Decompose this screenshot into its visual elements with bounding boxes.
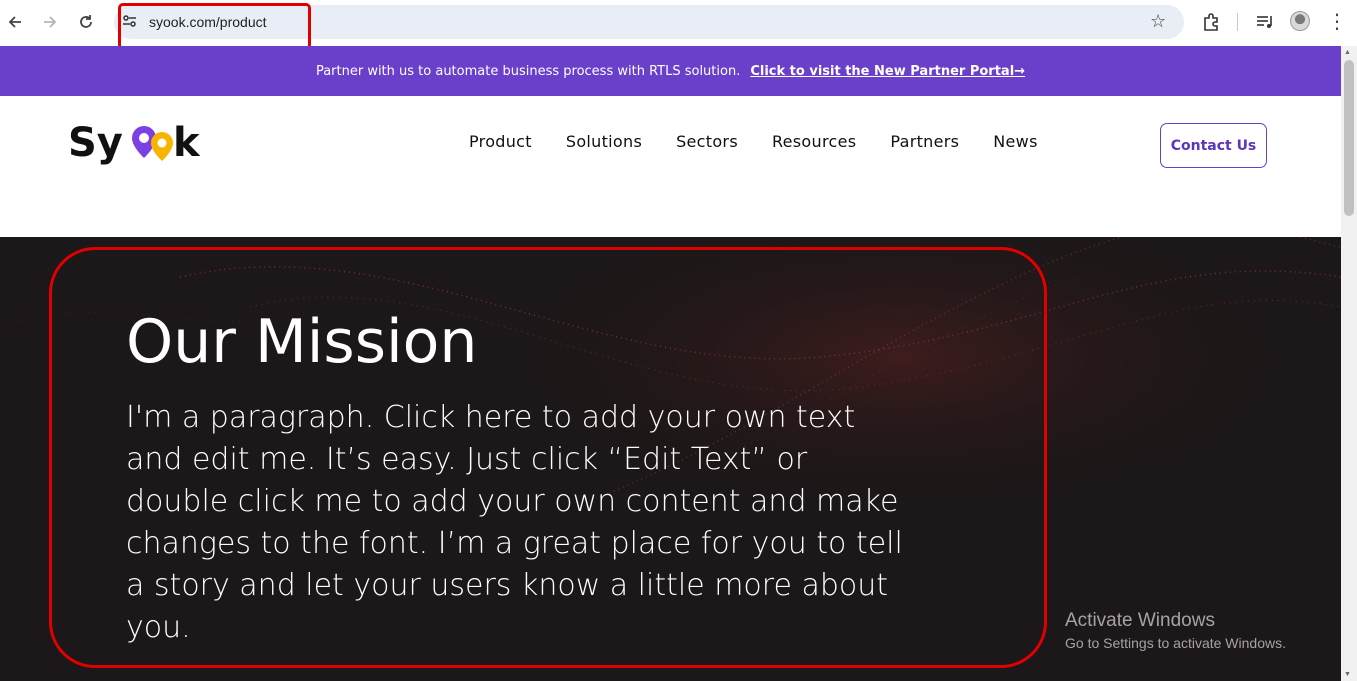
svg-text:k: k bbox=[173, 120, 201, 166]
reload-icon[interactable] bbox=[74, 10, 98, 34]
star-icon[interactable]: ☆ bbox=[1150, 11, 1166, 32]
back-icon[interactable] bbox=[3, 10, 27, 34]
nav-sectors[interactable]: Sectors bbox=[659, 132, 755, 151]
activate-windows-title: Activate Windows bbox=[1065, 610, 1215, 631]
media-control-icon[interactable] bbox=[1254, 11, 1276, 33]
toolbar-divider bbox=[1237, 13, 1238, 31]
svg-text:Sy: Sy bbox=[68, 120, 123, 166]
nav-resources[interactable]: Resources bbox=[755, 132, 873, 151]
syook-logo[interactable]: Sy k bbox=[68, 118, 208, 170]
scroll-down-icon[interactable]: ▼ bbox=[1344, 671, 1351, 678]
promo-banner: Partner with us to automate business pro… bbox=[0, 46, 1341, 96]
kebab-menu-icon[interactable]: ⋮ bbox=[1327, 9, 1347, 33]
nav-partners[interactable]: Partners bbox=[873, 132, 976, 151]
site-header: Sy k Product Solutions Sectors Resources… bbox=[0, 96, 1341, 237]
avatar[interactable] bbox=[1290, 11, 1310, 31]
nav-product[interactable]: Product bbox=[452, 132, 549, 151]
nav-solutions[interactable]: Solutions bbox=[549, 132, 659, 151]
forward-icon[interactable] bbox=[38, 10, 62, 34]
activate-windows-subtitle: Go to Settings to activate Windows. bbox=[1065, 635, 1286, 651]
partner-portal-link[interactable]: Click to visit the New Partner Portal→ bbox=[750, 64, 1025, 79]
mission-section: Our Mission I'm a paragraph. Click here … bbox=[0, 237, 1341, 681]
page-viewport: Partner with us to automate business pro… bbox=[0, 46, 1341, 681]
puzzle-icon[interactable] bbox=[1200, 11, 1222, 33]
mission-highlight-box bbox=[49, 247, 1047, 668]
contact-us-button[interactable]: Contact Us bbox=[1160, 123, 1267, 168]
scroll-up-icon[interactable]: ▲ bbox=[1344, 49, 1351, 56]
scrollbar-thumb[interactable] bbox=[1344, 60, 1354, 216]
nav-news[interactable]: News bbox=[976, 132, 1054, 151]
main-nav: Product Solutions Sectors Resources Part… bbox=[452, 132, 1055, 151]
url-highlight-box bbox=[118, 3, 311, 50]
promo-text: Partner with us to automate business pro… bbox=[315, 63, 741, 79]
